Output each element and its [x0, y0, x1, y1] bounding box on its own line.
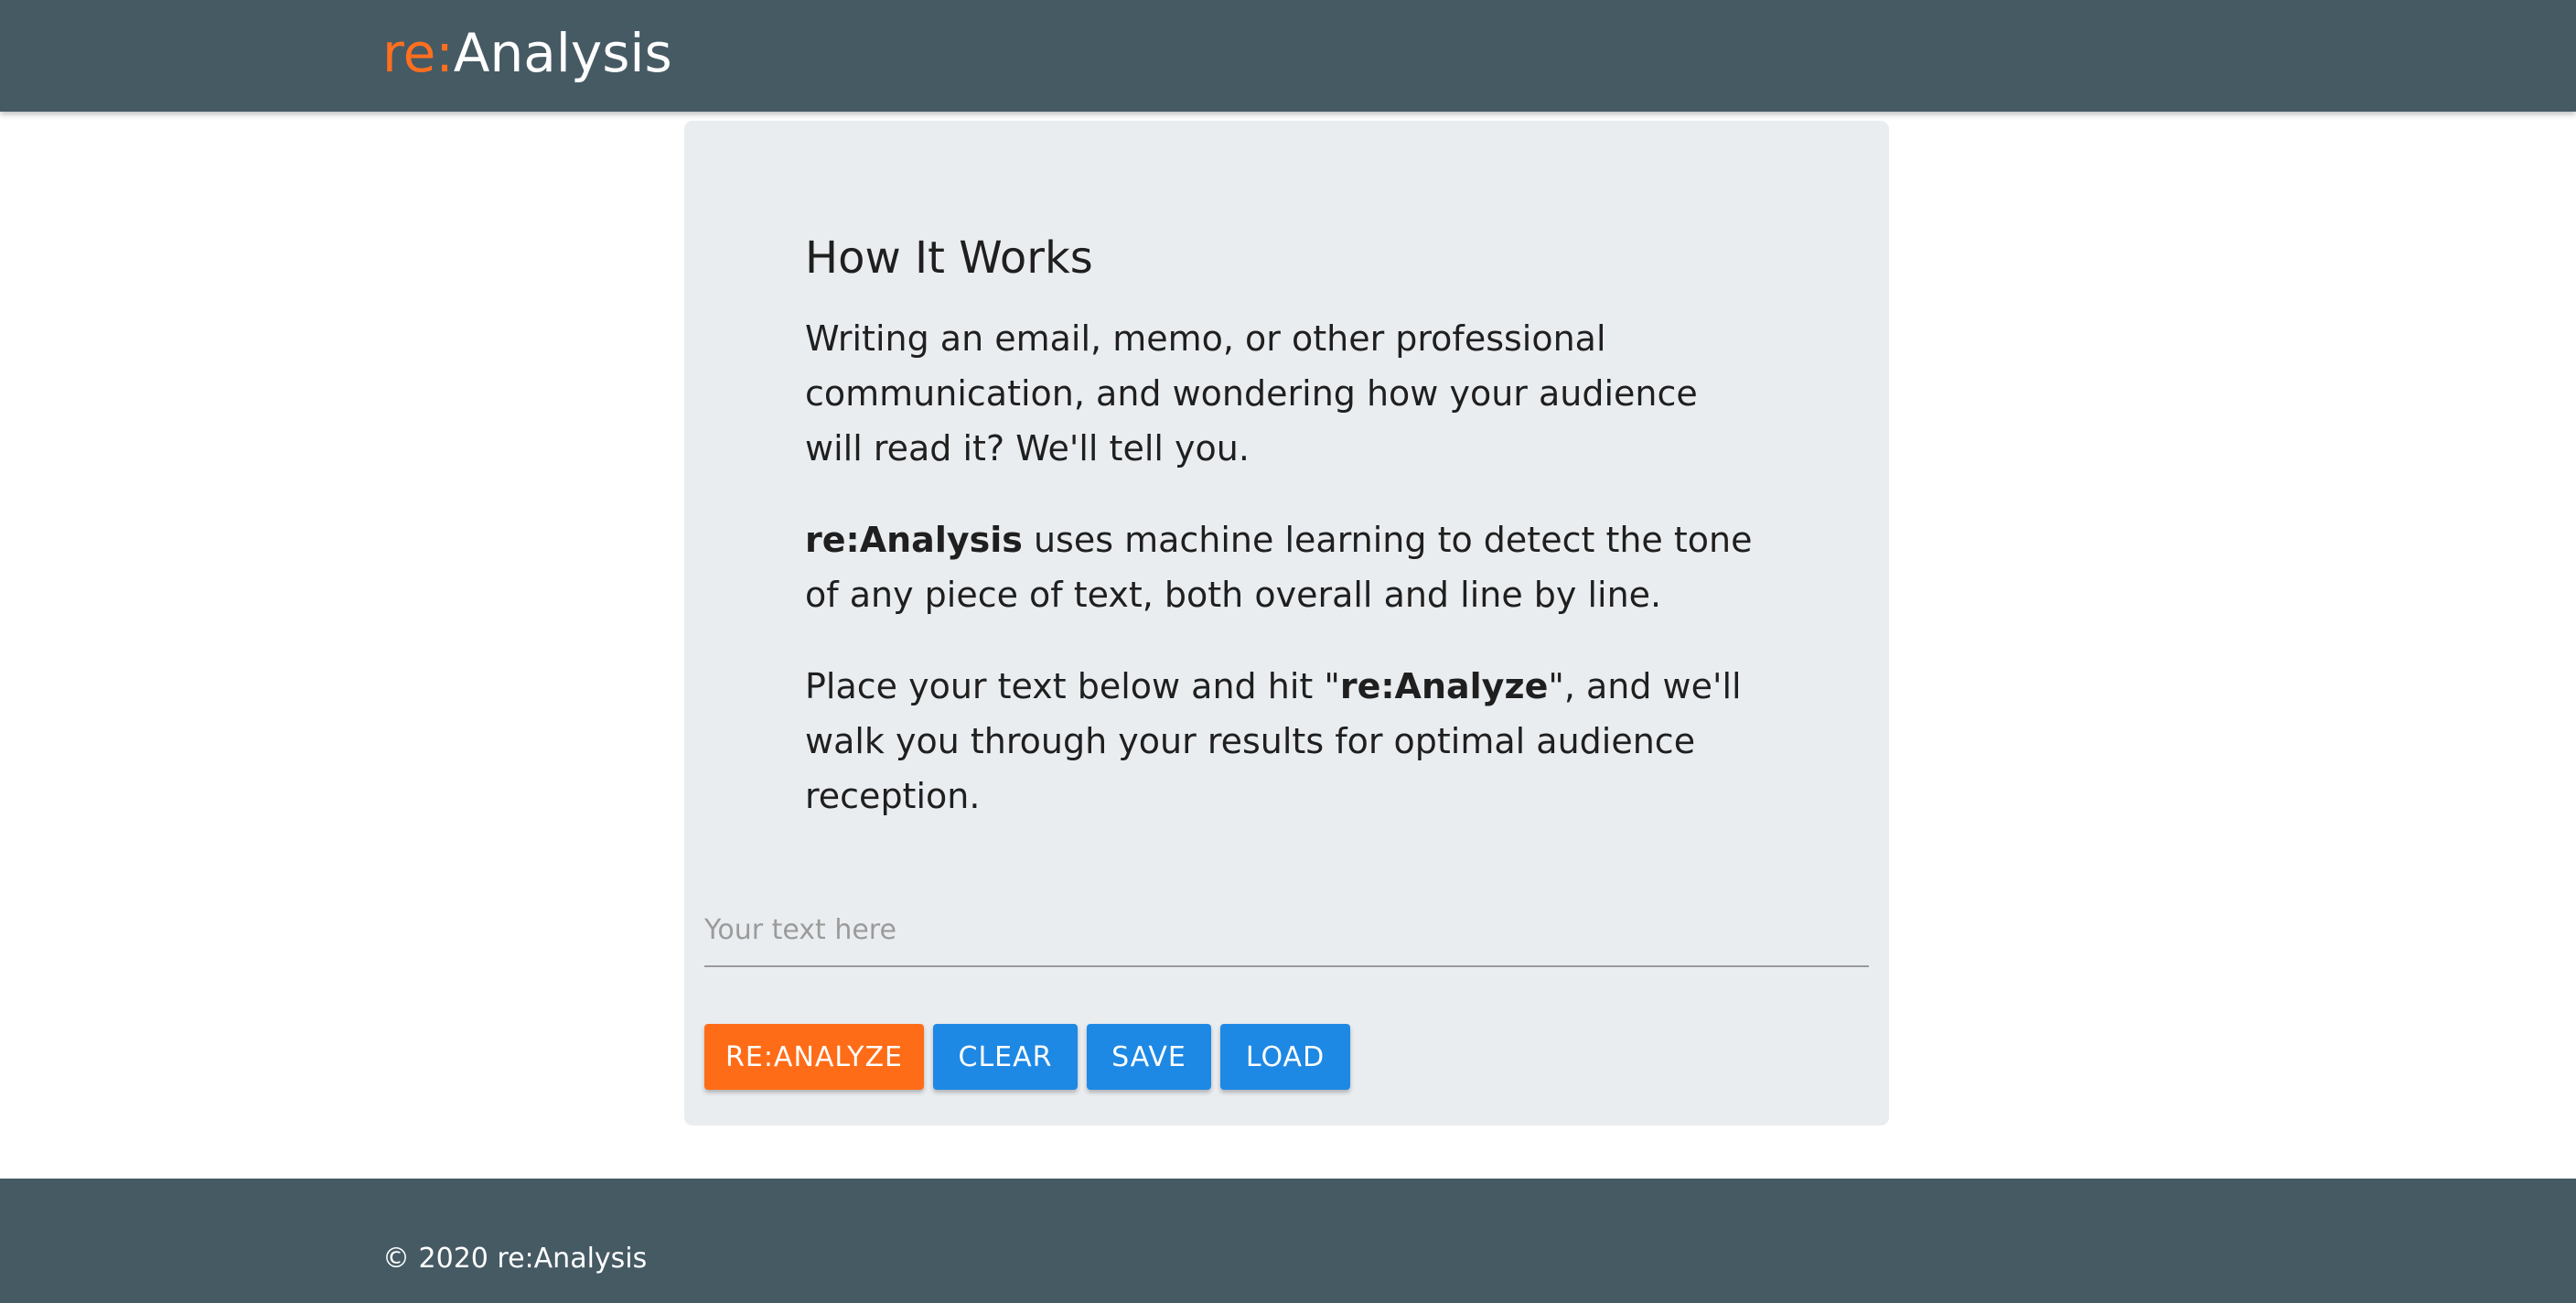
- top-navbar: re:Analysis: [0, 0, 2576, 112]
- reanalyze-button[interactable]: RE:ANALYZE: [704, 1024, 924, 1090]
- main-card: How It Works Writing an email, memo, or …: [684, 121, 1889, 1125]
- intro-paragraph-3: Place your text below and hit "re:Analyz…: [805, 659, 1756, 824]
- load-button[interactable]: LOAD: [1220, 1024, 1350, 1090]
- brand-prefix: re:: [382, 22, 454, 84]
- brand-name: Analysis: [453, 22, 672, 84]
- how-it-works-section: How It Works Writing an email, memo, or …: [805, 231, 1756, 860]
- save-button[interactable]: SAVE: [1087, 1024, 1211, 1090]
- intro-paragraph-1: Writing an email, memo, or other profess…: [805, 318, 1698, 468]
- clear-button[interactable]: CLEAR: [933, 1024, 1078, 1090]
- intro-paragraph-3-start: Place your text below and hit ": [805, 666, 1340, 706]
- copyright-text: © 2020 re:Analysis: [382, 1243, 648, 1275]
- product-name: re:Analysis: [805, 520, 1023, 560]
- intro-paragraph-2: re:Analysis uses machine learning to det…: [805, 512, 1756, 622]
- text-input[interactable]: [704, 894, 1869, 967]
- page-footer: © 2020 re:Analysis: [0, 1179, 2576, 1303]
- analyze-action-name: re:Analyze: [1339, 666, 1549, 706]
- how-it-works-heading: How It Works: [805, 232, 1093, 284]
- brand-logo-link[interactable]: re:Analysis: [382, 20, 672, 86]
